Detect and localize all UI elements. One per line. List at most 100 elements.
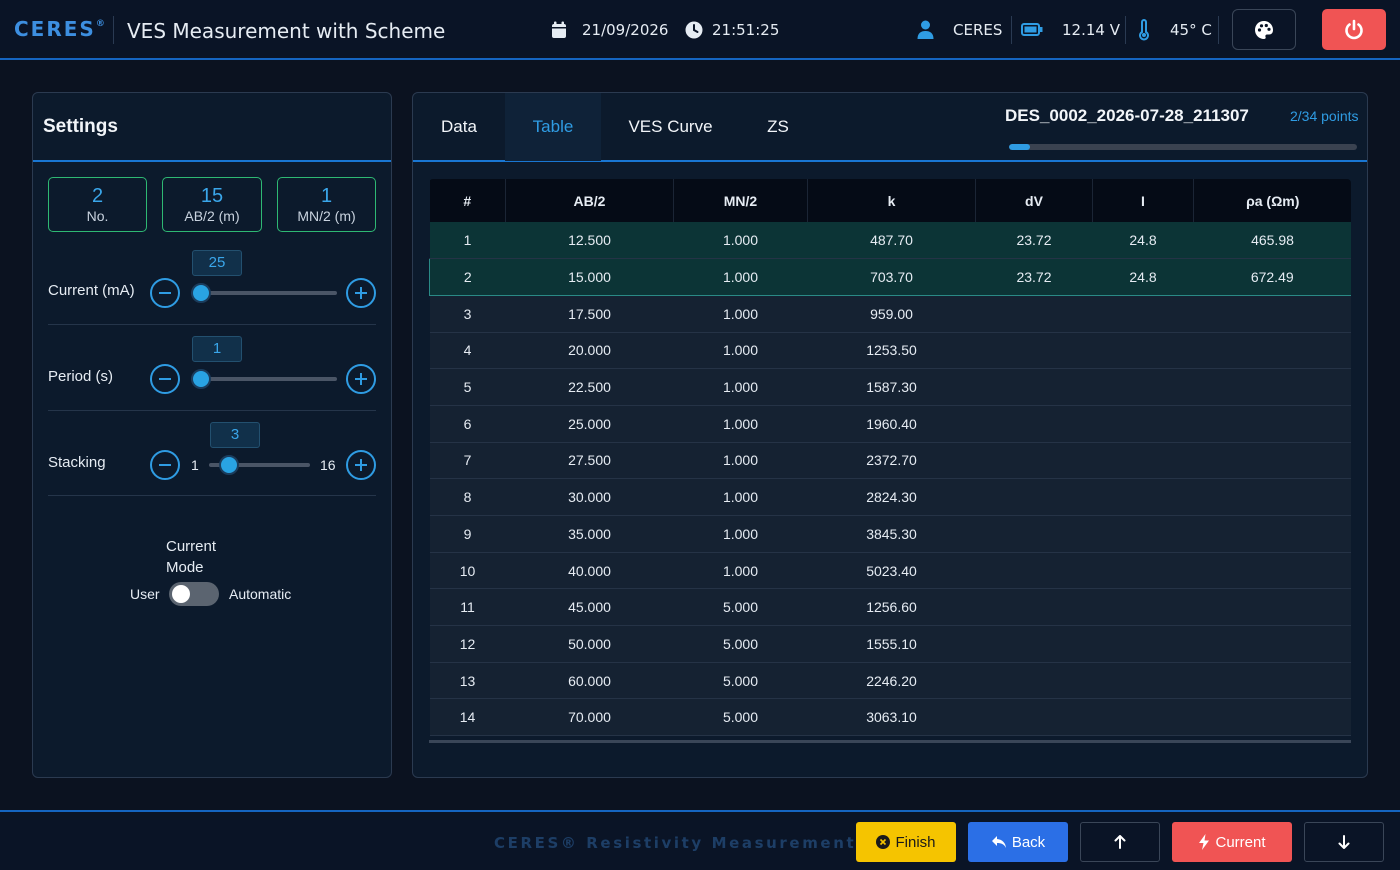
mode-user-label: User: [130, 586, 160, 602]
table-row[interactable]: 7 27.500 1.000 2372.70: [429, 442, 1351, 480]
back-button[interactable]: Back: [968, 822, 1068, 862]
mode-automatic-label: Automatic: [229, 586, 292, 602]
measurement-progress: [1009, 144, 1357, 150]
cell-rho: [1193, 625, 1351, 663]
cell-ab2: 25.000: [505, 405, 674, 443]
col-k: k: [807, 179, 976, 222]
period-decrease-button[interactable]: [150, 364, 180, 394]
cell-k: 703.70: [807, 258, 976, 296]
current-button[interactable]: Current: [1172, 822, 1292, 862]
power-button[interactable]: [1322, 9, 1386, 50]
cell-ab2: 15.000: [505, 258, 674, 296]
cell-i: [1092, 478, 1194, 516]
current-mode-title: Current Mode: [166, 538, 217, 576]
stacking-value: 3: [210, 422, 260, 448]
period-slider[interactable]: [191, 369, 337, 389]
period-slider-thumb[interactable]: [191, 369, 211, 389]
cell-index: 8: [429, 478, 506, 516]
cell-index: 7: [429, 442, 506, 480]
tab-table[interactable]: Table: [505, 93, 601, 161]
stacking-increase-button[interactable]: [346, 450, 376, 480]
move-down-button[interactable]: [1304, 822, 1384, 862]
current-mode-toggle[interactable]: [169, 582, 219, 606]
stat-ab2: 15 AB/2 (m): [162, 177, 262, 232]
table-row[interactable]: 5 22.500 1.000 1587.30: [429, 368, 1351, 406]
col-ab2: AB/2: [505, 179, 674, 222]
period-increase-button[interactable]: [346, 364, 376, 394]
cell-i: [1092, 625, 1194, 663]
cell-mn2: 5.000: [673, 588, 808, 627]
time-display: 21:51:25: [712, 21, 780, 39]
cell-rho: [1193, 405, 1351, 443]
cell-index: 5: [429, 368, 506, 406]
tab-ves-curve[interactable]: VES Curve: [601, 93, 740, 161]
table-row[interactable]: 11 45.000 5.000 1256.60: [429, 588, 1351, 627]
cell-i: [1092, 662, 1194, 700]
power-icon: [1343, 19, 1365, 41]
table-row[interactable]: 8 30.000 1.000 2824.30: [429, 478, 1351, 516]
table-row[interactable]: 6 25.000 1.000 1960.40: [429, 405, 1351, 443]
tab-zs[interactable]: ZS: [740, 93, 816, 161]
current-slider-thumb[interactable]: [191, 283, 211, 303]
cell-dv: [975, 332, 1093, 370]
tab-data[interactable]: Data: [413, 93, 505, 161]
cell-ab2: 70.000: [505, 698, 674, 737]
col-rho: ρa (Ωm): [1193, 179, 1351, 222]
tab-bar: Data Table VES Curve ZS DES_0002_2026-07…: [413, 93, 1367, 162]
period-value: 1: [192, 336, 242, 362]
voltage-display: 12.14 V: [1062, 21, 1120, 39]
table-row[interactable]: 13 60.000 5.000 2246.20: [429, 662, 1351, 700]
page-title: VES Measurement with Scheme: [127, 19, 446, 43]
cell-rho: [1193, 698, 1351, 737]
cell-i: [1092, 698, 1194, 737]
table-scrollbar[interactable]: [429, 740, 1351, 743]
cell-dv: [975, 478, 1093, 516]
table-row[interactable]: 2 15.000 1.000 703.70 23.72 24.8 672.49: [429, 258, 1351, 296]
cell-mn2: 1.000: [673, 295, 808, 333]
stat-number-value: 2: [91, 185, 104, 207]
cell-dv: 23.72: [975, 222, 1093, 260]
stacking-max: 16: [320, 457, 336, 473]
cell-index: 6: [429, 405, 506, 443]
cell-ab2: 40.000: [505, 552, 674, 590]
cell-k: 3063.10: [807, 698, 976, 737]
table-row[interactable]: 4 20.000 1.000 1253.50: [429, 332, 1351, 370]
stat-number-label: No.: [86, 208, 109, 224]
table-row[interactable]: 14 70.000 5.000 3063.10: [429, 698, 1351, 737]
stat-mn2: 1 MN/2 (m): [277, 177, 376, 232]
stacking-decrease-button[interactable]: [150, 450, 180, 480]
stacking-slider-thumb[interactable]: [219, 455, 239, 475]
cell-i: 24.8: [1092, 258, 1194, 296]
stat-mn2-value: 1: [320, 185, 333, 207]
stacking-slider[interactable]: [209, 455, 310, 475]
cell-i: [1092, 552, 1194, 590]
points-counter: 2/34 points: [1290, 108, 1359, 124]
table-header-row: # AB/2 MN/2 k dV I ρa (Ωm): [429, 179, 1351, 222]
cell-index: 2: [429, 258, 506, 296]
theme-button[interactable]: [1232, 9, 1296, 50]
cell-rho: 465.98: [1193, 222, 1351, 260]
cell-rho: [1193, 442, 1351, 480]
user-icon: [917, 20, 934, 39]
current-increase-button[interactable]: [346, 278, 376, 308]
arrow-up-icon: [1114, 835, 1126, 849]
current-decrease-button[interactable]: [150, 278, 180, 308]
cell-index: 10: [429, 552, 506, 590]
table-row[interactable]: 9 35.000 1.000 3845.30: [429, 515, 1351, 553]
back-label: Back: [1011, 833, 1046, 851]
cell-ab2: 22.500: [505, 368, 674, 406]
measurement-table-container[interactable]: # AB/2 MN/2 k dV I ρa (Ωm) 1 12.500 1.000 4…: [429, 179, 1351, 742]
table-row[interactable]: 10 40.000 1.000 5023.40: [429, 552, 1351, 590]
cell-dv: [975, 442, 1093, 480]
col-dv: dV: [975, 179, 1093, 222]
move-up-button[interactable]: [1080, 822, 1160, 862]
thermometer-icon: [1138, 19, 1150, 41]
cell-ab2: 17.500: [505, 295, 674, 333]
cell-dv: [975, 295, 1093, 333]
finish-button[interactable]: Finish: [856, 822, 956, 862]
current-slider[interactable]: [191, 283, 337, 303]
table-row[interactable]: 12 50.000 5.000 1555.10: [429, 625, 1351, 663]
table-row[interactable]: 3 17.500 1.000 959.00: [429, 295, 1351, 333]
plus-icon: [355, 459, 367, 471]
table-row[interactable]: 1 12.500 1.000 487.70 23.72 24.8 465.98: [429, 222, 1351, 260]
